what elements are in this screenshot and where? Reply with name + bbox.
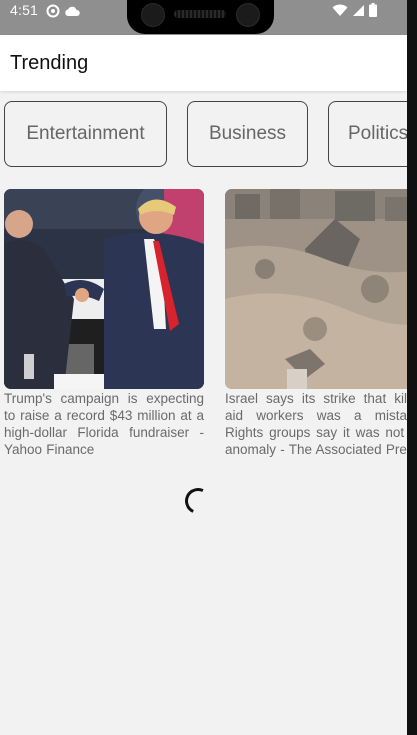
speaker-grille	[174, 10, 226, 18]
sensor-icon	[236, 3, 260, 27]
app-screen: 4:51 Trending Entertainment Business Pol…	[0, 0, 407, 735]
loading-spinner-icon	[181, 484, 215, 518]
article-headline: Israel says its strike that killed aid w…	[225, 391, 407, 457]
chip-entertainment[interactable]: Entertainment	[4, 101, 167, 167]
status-time: 4:51	[10, 2, 39, 18]
article-card[interactable]: Trump's campaign is expecting to raise a…	[4, 189, 204, 458]
camera-notch	[127, 0, 274, 34]
cloud-icon	[64, 4, 80, 23]
status-settings-icon	[46, 4, 60, 23]
chip-politics[interactable]: Politics	[328, 101, 407, 167]
article-card[interactable]: Israel says its strike that killed aid w…	[225, 189, 407, 458]
trump-handshake-photo	[4, 189, 204, 389]
device-frame-edge	[407, 0, 417, 735]
page-title: Trending	[10, 52, 89, 74]
wifi-icon	[332, 4, 348, 22]
app-bar: Trending	[0, 35, 407, 91]
gaza-rubble-photo	[225, 189, 407, 389]
battery-icon	[369, 3, 377, 22]
camera-icon	[141, 3, 165, 27]
category-chips: Entertainment Business Politics	[0, 101, 407, 169]
signal-icon	[352, 4, 365, 22]
chip-business[interactable]: Business	[187, 101, 308, 167]
article-headline: Trump's campaign is expecting to raise a…	[4, 391, 204, 457]
